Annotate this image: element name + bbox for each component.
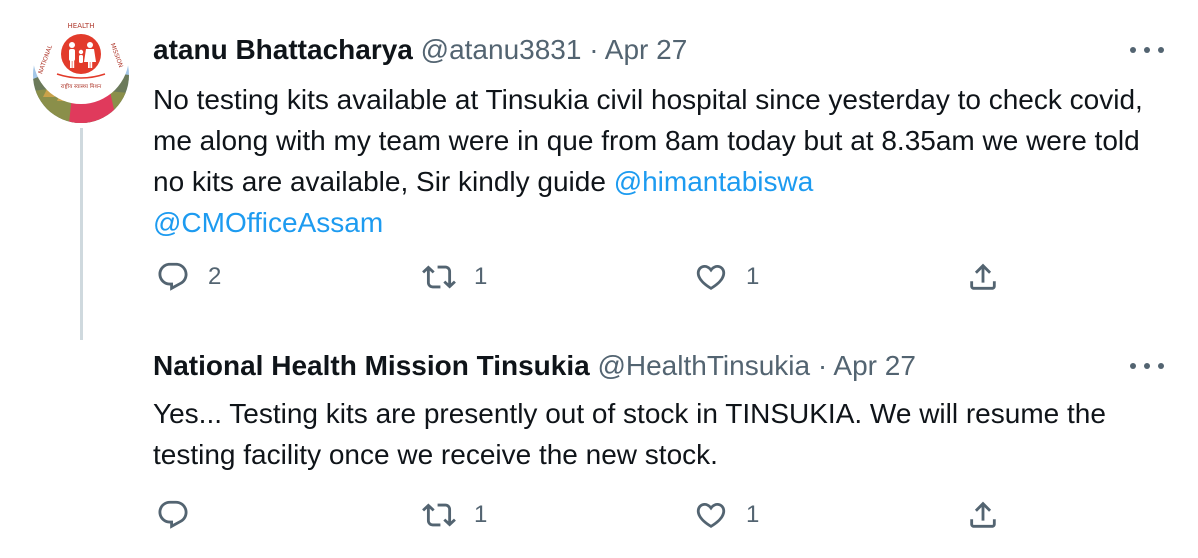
tweet-nhm-tinsukia: HEALTH NATIONAL MISSION राष्ट्रीय स्वास्…	[0, 8, 1198, 558]
user-handle[interactable]: @atanu3831	[421, 34, 582, 65]
share-button[interactable]	[966, 260, 1000, 294]
mention-link[interactable]: @CMOfficeAssam	[153, 207, 383, 238]
like-count: 1	[746, 263, 760, 290]
like-count: 1	[746, 501, 760, 528]
like-button[interactable]: 1	[694, 498, 759, 532]
retweet-count: 1	[474, 501, 488, 528]
user-handle[interactable]: @HealthTinsukia	[597, 350, 810, 381]
retweet-button[interactable]: 1	[422, 498, 487, 532]
reply-icon	[158, 500, 188, 529]
like-button[interactable]: 1	[694, 260, 759, 294]
more-icon[interactable]	[1130, 356, 1164, 376]
reply-icon	[158, 262, 188, 291]
separator-dot: ·	[817, 350, 828, 381]
heart-icon	[696, 264, 726, 290]
reply-button[interactable]	[156, 498, 208, 532]
retweet-count: 1	[474, 263, 488, 290]
tweet-text: No testing kits available at Tinsukia ci…	[153, 79, 1163, 243]
tweet-header: atanu Bhattacharya @atanu3831 · Apr 27	[153, 33, 687, 67]
tweet-atanu: atanu Bhattacharya @atanu3831 · Apr 27 N…	[0, 0, 1198, 340]
nhm-logo-icon: HEALTH NATIONAL MISSION राष्ट्रीय स्वास्…	[33, 8, 129, 104]
share-button[interactable]	[966, 498, 1000, 532]
tweet-date[interactable]: Apr 27	[833, 350, 916, 381]
separator-dot: ·	[589, 34, 599, 65]
mention-link[interactable]: @himantabiswa	[614, 166, 814, 197]
display-name[interactable]: atanu Bhattacharya	[153, 34, 413, 65]
reply-button[interactable]: 2	[156, 260, 221, 294]
more-icon[interactable]	[1130, 40, 1164, 60]
share-icon	[970, 263, 996, 290]
tweet-text: Yes... Testing kits are presently out of…	[153, 398, 1106, 470]
retweet-icon	[422, 265, 456, 289]
tweet-actions: 2 1 1	[0, 260, 1198, 300]
retweet-icon	[422, 503, 456, 527]
tweet-date[interactable]: Apr 27	[605, 34, 688, 65]
logo-text-top: HEALTH	[68, 22, 95, 30]
retweet-button[interactable]: 1	[422, 260, 487, 294]
logo-text-bottom: राष्ट्रीय स्वास्थ्य मिशन	[61, 83, 102, 90]
display-name[interactable]: National Health Mission Tinsukia	[153, 350, 590, 381]
avatar[interactable]: HEALTH NATIONAL MISSION राष्ट्रीय स्वास्…	[33, 8, 129, 104]
share-icon	[970, 501, 996, 528]
reply-count: 2	[208, 263, 222, 290]
tweet-header: National Health Mission Tinsukia @Health…	[153, 349, 916, 383]
tweet-actions: 1 1	[0, 498, 1198, 538]
heart-icon	[696, 502, 726, 528]
